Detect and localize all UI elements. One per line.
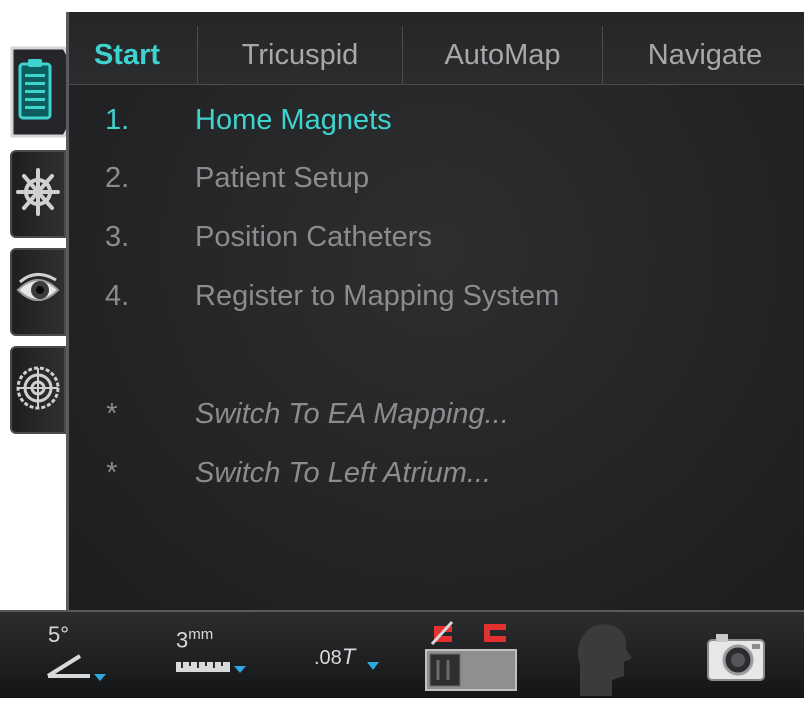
step-number: 3.	[105, 221, 130, 253]
angle-value: 5°	[48, 622, 70, 647]
bullet: *	[105, 398, 117, 430]
step-label: Patient Setup	[195, 162, 370, 194]
field-value: .08T	[314, 644, 356, 669]
bottom-toolbar: 5° 3mm .08T	[0, 610, 804, 698]
side-toolbar	[0, 12, 90, 610]
sidebar-button-helm[interactable]	[10, 150, 66, 238]
step-size-control[interactable]: 3mm	[166, 612, 266, 698]
step-number: 1.	[105, 104, 130, 136]
patient-head-icon	[566, 618, 636, 701]
field-unit: T	[341, 644, 356, 669]
field-strength-control[interactable]: .08T	[306, 612, 396, 698]
sidebar-button-view[interactable]	[10, 248, 66, 336]
tab-automap[interactable]: AutoMap	[403, 26, 603, 84]
patient-orientation-button[interactable]	[560, 612, 640, 698]
tab-navigate[interactable]: Navigate	[603, 26, 804, 84]
app-frame: Start Tricuspid AutoMap Navigate 1. Home…	[0, 0, 804, 698]
angle-control[interactable]: 5°	[36, 612, 126, 698]
workflow-panel: Start Tricuspid AutoMap Navigate 1. Home…	[66, 12, 804, 610]
magnet-toggle-icon	[422, 616, 520, 699]
tab-bar: Start Tricuspid AutoMap Navigate	[69, 12, 804, 85]
sidebar-button-target[interactable]	[10, 346, 66, 434]
step-unit: mm	[188, 626, 214, 643]
angle-icon	[44, 648, 108, 687]
ruler-icon	[174, 656, 248, 685]
screenshot-button[interactable]	[696, 612, 776, 698]
step-label: Register to Mapping System	[195, 280, 560, 312]
magnet-toggle[interactable]	[420, 612, 520, 698]
tab-start[interactable]: Start	[69, 26, 198, 84]
eye-icon	[16, 270, 60, 315]
target-icon	[15, 365, 61, 416]
link-label: Switch To EA Mapping...	[195, 398, 509, 430]
link-label: Switch To Left Atrium...	[195, 457, 492, 489]
step-label: Home Magnets	[195, 104, 392, 136]
camera-icon	[706, 630, 766, 687]
tab-tricuspid[interactable]: Tricuspid	[198, 26, 403, 84]
clipboard-icon	[18, 58, 52, 125]
step-value: 3mm	[176, 626, 214, 653]
magnet-field-icon	[366, 658, 380, 676]
step-number: 4.	[105, 280, 130, 312]
bullet: *	[105, 457, 117, 489]
step-label: Position Catheters	[195, 221, 432, 253]
helm-icon	[16, 162, 60, 227]
step-number: 2.	[105, 162, 130, 194]
